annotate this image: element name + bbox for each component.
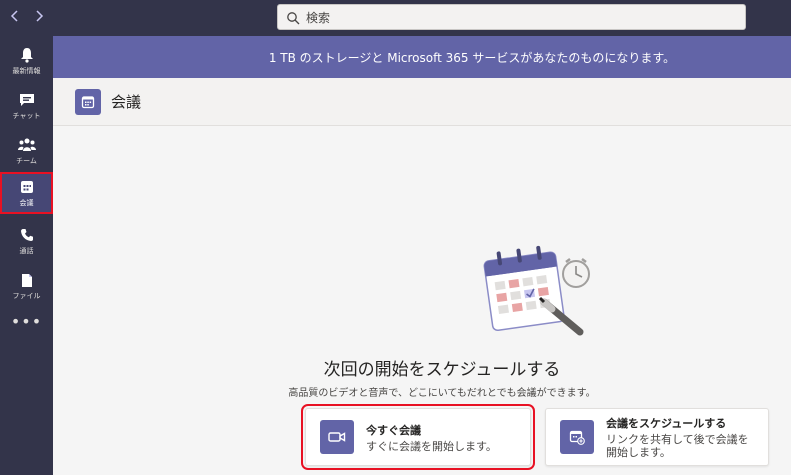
calendar-add-icon — [560, 420, 594, 454]
back-arrow-icon[interactable] — [6, 9, 24, 27]
rail-label-calls: 通話 — [19, 247, 34, 255]
calendar-illustration — [478, 240, 594, 344]
meet-now-desc: すぐに会議を開始します。 — [366, 439, 497, 453]
search-placeholder: 検索 — [306, 10, 331, 25]
search-input[interactable]: 検索 — [277, 4, 746, 30]
banner-text: 1 TB のストレージと Microsoft 365 サービスがあなたのものにな… — [268, 50, 676, 65]
rail-item-files[interactable]: ファイル — [0, 265, 53, 307]
calendar-icon — [18, 178, 36, 196]
page-title: 会議 — [111, 93, 142, 111]
rail-item-meetings[interactable]: 会議 — [0, 172, 53, 214]
meetings-header-icon — [75, 88, 101, 115]
rail-item-calls[interactable]: 通話 — [0, 220, 53, 262]
rail-item-activity[interactable]: 最新情報 — [0, 40, 53, 82]
promo-banner: 1 TB のストレージと Microsoft 365 サービスがあなたのものにな… — [53, 36, 791, 78]
empty-state-heading: 次回の開始をスケジュールする — [53, 355, 791, 380]
empty-state-subtext-text: 高品質のビデオと音声で、どこにいてもだれとでも会議ができます。 — [288, 388, 596, 399]
rail-item-teams[interactable]: チーム — [0, 130, 53, 172]
schedule-meeting-title: 会議をスケジュールする — [606, 417, 727, 430]
forward-arrow-icon[interactable] — [30, 9, 48, 27]
schedule-meeting-button[interactable]: 会議をスケジュールする リンクを共有して後で会議を 開始します。 — [545, 408, 769, 466]
title-bar: 検索 — [0, 0, 791, 36]
file-icon — [18, 271, 36, 289]
empty-state-heading-text: 次回の開始をスケジュールする — [323, 360, 561, 380]
video-camera-icon — [320, 420, 354, 454]
rail-item-chat[interactable]: チャット — [0, 85, 53, 127]
empty-state-subtext: 高品質のビデオと音声で、どこにいてもだれとでも会議ができます。 — [53, 384, 791, 399]
more-apps-icon[interactable]: ••• — [0, 314, 53, 336]
rail-label-files: ファイル — [12, 292, 41, 300]
app-rail: 最新情報 チャット チーム 会議 通話 ファイル ••• — [0, 36, 53, 475]
meet-now-title: 今すぐ会議 — [366, 423, 421, 437]
phone-icon — [18, 226, 36, 244]
bell-icon — [18, 46, 36, 64]
rail-label-meetings: 会議 — [19, 199, 34, 207]
chat-icon — [18, 91, 36, 109]
rail-label-teams: チーム — [16, 157, 37, 165]
teams-icon — [17, 136, 36, 154]
schedule-meeting-desc-line1: リンクを共有して後で会議を — [606, 433, 749, 446]
search-icon — [286, 10, 300, 25]
page-header: 会議 — [53, 78, 791, 126]
schedule-meeting-desc-line2: 開始します。 — [606, 446, 671, 459]
rail-label-chat: チャット — [12, 112, 41, 120]
rail-label-activity: 最新情報 — [12, 67, 41, 75]
meet-now-button[interactable]: 今すぐ会議 すぐに会議を開始します。 — [301, 404, 535, 470]
